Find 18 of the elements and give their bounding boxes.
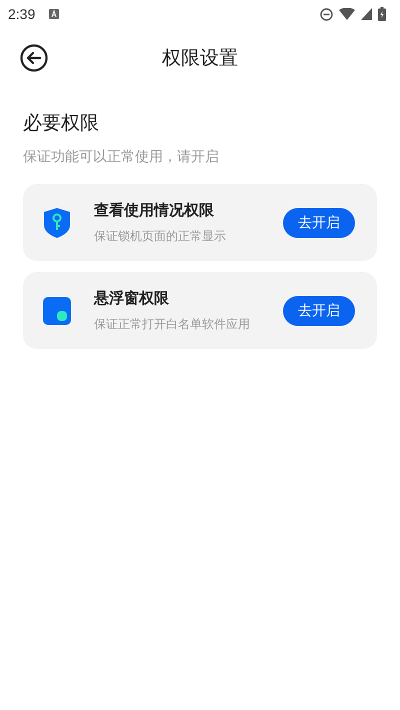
- wifi-icon: [339, 8, 355, 20]
- enable-button[interactable]: 去开启: [283, 296, 355, 326]
- notification-icon: [49, 9, 60, 19]
- back-icon[interactable]: [20, 44, 48, 72]
- battery-icon: [378, 7, 386, 21]
- do-not-disturb-icon: [320, 8, 333, 20]
- shield-key-icon: [43, 206, 71, 238]
- permission-description: 保证锁机页面的正常显示: [94, 228, 227, 244]
- enable-button[interactable]: 去开启: [283, 208, 355, 238]
- floating-window-icon: [43, 296, 71, 324]
- permission-description: 保证正常打开白名单软件应用: [94, 316, 251, 332]
- permission-title: 查看使用情况权限: [94, 200, 215, 220]
- page-title: 权限设置: [162, 46, 238, 71]
- signal-icon: [361, 8, 372, 20]
- section-subtitle: 保证功能可以正常使用，请开启: [23, 148, 220, 166]
- permission-title: 悬浮窗权限: [94, 288, 170, 308]
- section-title: 必要权限: [23, 111, 100, 136]
- status-time: 2:39: [8, 6, 36, 22]
